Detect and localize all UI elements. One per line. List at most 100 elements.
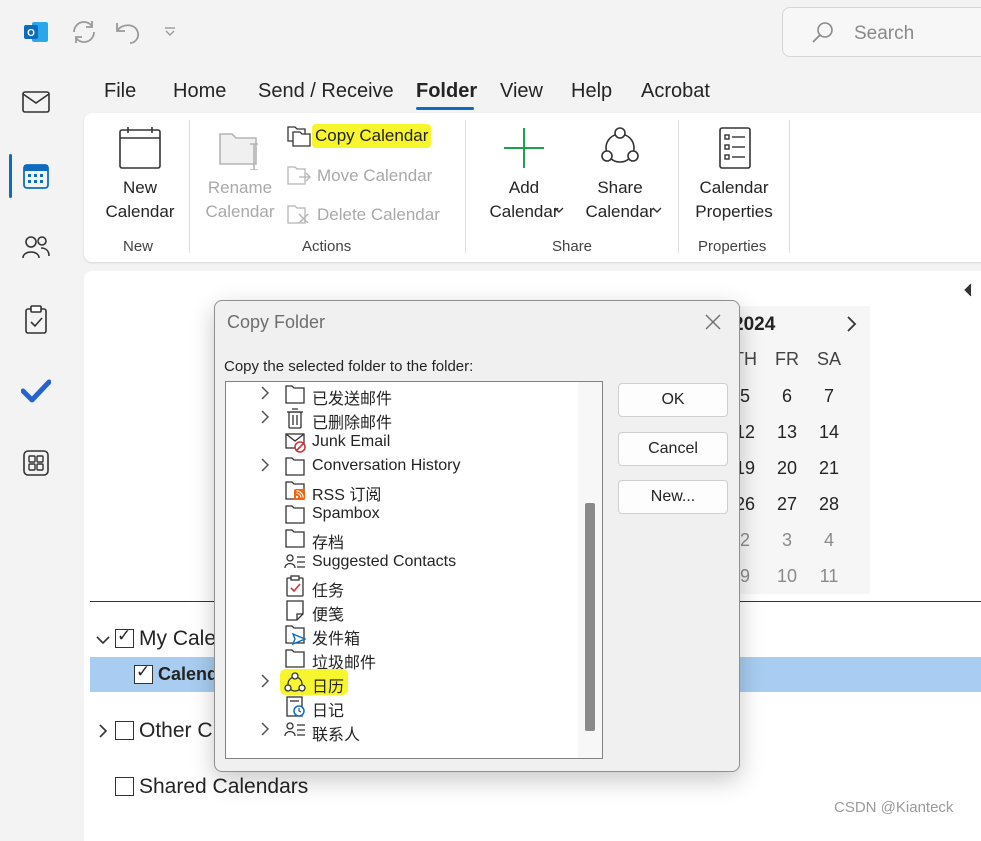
folder-label: 联系人 — [312, 727, 361, 744]
add-calendar-button[interactable]: Add Calendar — [476, 122, 572, 230]
calendar-day[interactable]: 7 — [809, 386, 849, 407]
tab-home[interactable]: Home — [173, 80, 226, 103]
expand-chevron-icon[interactable] — [260, 409, 270, 428]
folder-tree-item[interactable]: Suggested Contacts — [226, 551, 576, 575]
contacts-icon — [284, 551, 306, 573]
calendar-day[interactable]: 6 — [767, 386, 807, 407]
folder-tree-item[interactable]: 联系人 — [226, 719, 576, 744]
new-calendar-button[interactable]: New Calendar — [96, 122, 184, 230]
rail-active-indicator — [9, 154, 12, 198]
contacts-icon — [284, 719, 306, 741]
mail-icon[interactable] — [18, 84, 54, 120]
folder-tree-item[interactable]: 便笺 — [226, 599, 576, 624]
collapse-pane-icon[interactable] — [962, 283, 974, 302]
junk-mail-icon — [284, 431, 306, 453]
tab-acrobat[interactable]: Acrobat — [641, 80, 710, 103]
calendar-day[interactable]: 27 — [767, 494, 807, 515]
calendar-icon[interactable] — [18, 158, 54, 194]
calendar-day[interactable]: 3 — [767, 530, 807, 551]
journal-icon — [284, 695, 306, 717]
folder-tree-item[interactable]: 垃圾邮件 — [226, 647, 576, 672]
expand-chevron-icon[interactable] — [260, 385, 270, 404]
search-placeholder: Search — [854, 23, 915, 44]
tab-help[interactable]: Help — [571, 80, 612, 103]
folder-label: 已发送邮件 — [312, 391, 393, 408]
more-apps-icon[interactable] — [18, 445, 54, 481]
other-calendars-checkbox[interactable] — [115, 721, 134, 740]
my-calendars-label: My Cale — [139, 627, 217, 650]
tab-folder[interactable]: Folder — [416, 80, 477, 103]
tree-scrollbar[interactable] — [578, 382, 602, 758]
calendar-day[interactable]: 21 — [809, 458, 849, 479]
rename-folder-icon — [219, 133, 258, 170]
ribbon-separator — [465, 120, 466, 253]
calendar-properties-button[interactable]: Calendar Properties — [686, 122, 782, 230]
people-icon[interactable] — [18, 229, 54, 265]
folder-tree-item[interactable]: 发件箱 — [226, 623, 576, 648]
folder-label: 发件箱 — [312, 631, 361, 648]
group-label-new: New — [123, 238, 154, 255]
dialog-prompt: Copy the selected folder to the folder: — [224, 358, 474, 375]
rss-folder-icon — [284, 479, 306, 501]
scrollbar-thumb[interactable] — [585, 503, 595, 731]
search-box[interactable]: Search — [782, 7, 981, 57]
folder-label: Suggested Contacts — [312, 553, 457, 570]
shared-calendars-checkbox[interactable] — [115, 777, 134, 796]
tab-view[interactable]: View — [500, 80, 543, 103]
calendar-day[interactable]: 14 — [809, 422, 849, 443]
sync-icon[interactable] — [70, 19, 98, 50]
expand-chevron-icon[interactable] — [260, 721, 270, 740]
folder-tree[interactable]: 已发送邮件 已删除邮件 Junk Email Conversation History… — [225, 381, 603, 759]
shared-calendars-label: Shared Calendars — [139, 775, 309, 798]
calendar-day[interactable]: 10 — [767, 566, 807, 587]
folder-icon — [284, 647, 306, 669]
weekday-header: SA — [816, 349, 841, 369]
expand-chevron-icon[interactable] — [260, 457, 270, 476]
group-label-properties: Properties — [698, 238, 767, 255]
my-calendars-checkbox[interactable] — [115, 626, 134, 648]
search-icon — [812, 22, 833, 43]
todo-check-icon[interactable] — [18, 373, 54, 409]
folder-tree-item[interactable]: Conversation History — [226, 455, 576, 479]
folder-tree-item[interactable]: RSS 订阅 — [226, 479, 576, 504]
calendar-checkbox[interactable] — [134, 662, 153, 684]
expand-chevron-icon[interactable] — [260, 673, 270, 692]
folder-tree-item[interactable]: 日历 — [226, 669, 576, 696]
copy-folder-icon — [287, 126, 311, 147]
calendar-day[interactable]: 28 — [809, 494, 849, 515]
share-calendar-button[interactable]: Share Calendar — [572, 122, 668, 230]
chevron-down-icon — [652, 207, 662, 213]
dialog-close-button[interactable] — [703, 312, 723, 337]
folder-tree-item[interactable]: 日记 — [226, 695, 576, 720]
tasks-clipboard-icon[interactable] — [18, 302, 54, 338]
folder-label: RSS 订阅 — [312, 487, 382, 504]
folder-tree-item[interactable]: Spambox — [226, 503, 576, 527]
calendar-day[interactable]: 11 — [809, 566, 849, 587]
move-folder-icon — [287, 166, 311, 185]
tab-send-receive[interactable]: Send / Receive — [258, 80, 394, 103]
new-folder-button[interactable]: New... — [618, 480, 728, 514]
ok-button[interactable]: OK — [618, 383, 728, 417]
folder-tree-item[interactable]: 已发送邮件 — [226, 383, 576, 408]
calendar-day[interactable]: 4 — [809, 530, 849, 551]
calendar-day[interactable]: 20 — [767, 458, 807, 479]
rename-calendar-button[interactable]: Rename Calendar — [196, 122, 284, 230]
folder-tree-item[interactable]: 已删除邮件 — [226, 407, 576, 432]
ribbon-separator — [789, 120, 790, 253]
undo-icon[interactable] — [114, 19, 142, 50]
expand-my-calendars-icon[interactable] — [96, 632, 110, 650]
folder-tree-item[interactable]: Junk Email — [226, 431, 576, 455]
tab-file[interactable]: File — [104, 80, 136, 103]
folder-icon — [284, 503, 306, 525]
quick-access-dropdown-icon[interactable] — [163, 25, 177, 43]
calendar-properties-label: Calendar Properties — [695, 178, 773, 221]
next-month-button[interactable] — [846, 315, 858, 338]
cancel-button[interactable]: Cancel — [618, 432, 728, 466]
folder-tree-item[interactable]: 任务 — [226, 575, 576, 600]
calendar-day[interactable]: 13 — [767, 422, 807, 443]
expand-other-calendars-icon[interactable] — [98, 723, 108, 744]
add-calendar-label: Add Calendar — [489, 178, 559, 221]
folder-tree-item[interactable]: 存档 — [226, 527, 576, 552]
rename-calendar-label: Rename Calendar — [205, 178, 275, 221]
group-label-share: Share — [552, 238, 593, 255]
